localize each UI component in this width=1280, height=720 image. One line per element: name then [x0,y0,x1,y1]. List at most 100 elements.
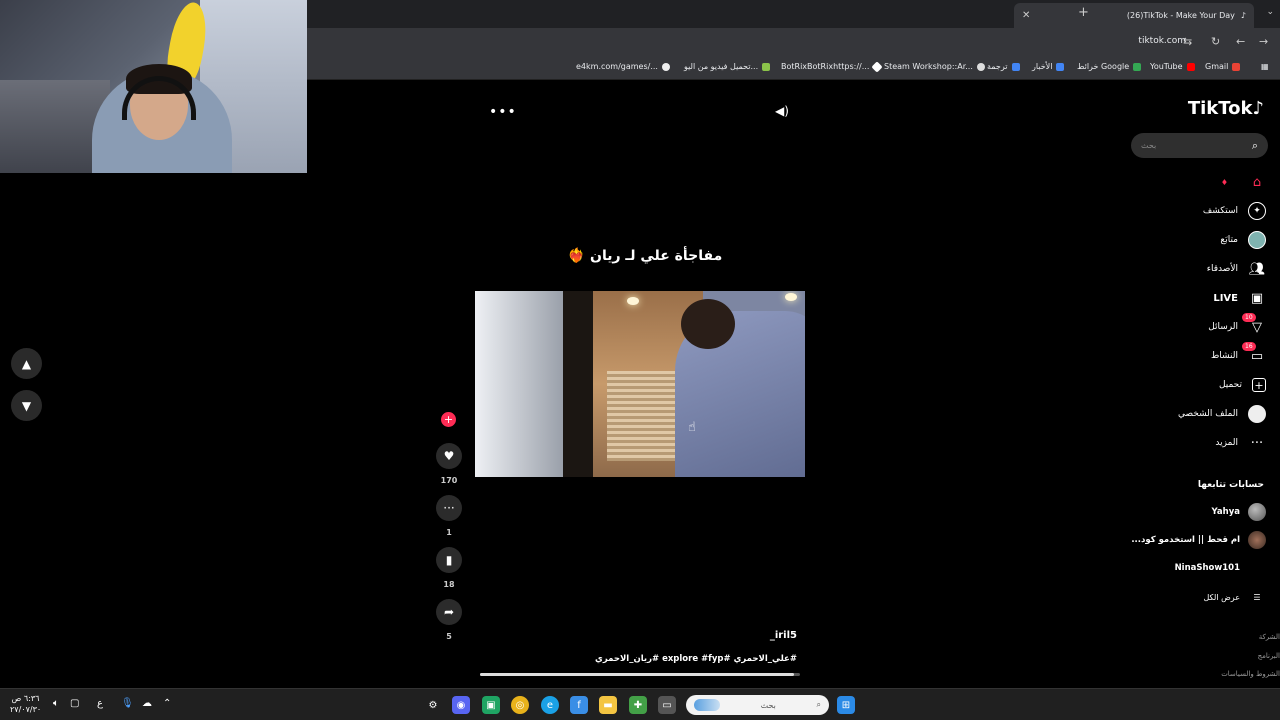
discord-taskbar-icon[interactable]: ◉ [452,696,470,714]
sidebar-item-live[interactable]: ▣ LIVE [1213,288,1266,308]
microphone-tray-icon[interactable]: 🎙︎ [121,698,134,709]
more-icon: ··· [1250,435,1264,451]
video-scene-head [681,299,735,349]
video-caption-overlay: مفاجأة علي لـ ريان ❤️‍🔥 [567,248,723,264]
avatar [1248,503,1266,521]
search-icon[interactable]: ⌕ [1252,139,1258,153]
bookmark-item[interactable]: تحميل فيديو من اليو... [684,62,771,71]
follow-plus-button[interactable]: + [441,412,456,427]
sidebar-item-activity[interactable]: ▭ 16 النشاط [1211,342,1266,366]
list-icon: ☰ [1253,592,1261,602]
footer-link-company[interactable]: الشركة [1259,633,1280,641]
following-account-item[interactable]: Yahya [1212,502,1266,522]
bookmark-item[interactable]: YouTube [1150,62,1195,71]
forward-icon[interactable]: ← [1236,35,1245,48]
home-icon: ⌂ [1252,174,1262,190]
tiktok-logo[interactable]: ♪TikTok [1188,98,1264,119]
bookmark-item[interactable]: Gmail [1205,62,1241,71]
video-more-options-icon[interactable]: ••• [489,104,517,120]
app-taskbar-icon[interactable]: ▣ [482,696,500,714]
sidebar-item-explore[interactable]: ✦ استكشف [1203,201,1266,221]
next-video-button[interactable]: ▼ [11,390,42,421]
task-view-taskbar-icon[interactable]: ▭ [658,696,676,714]
edge-taskbar-icon[interactable]: e [541,696,559,714]
comment-button[interactable]: ··· [436,495,462,521]
previous-video-button[interactable]: ▲ [11,348,42,379]
sidebar-item-for-you[interactable]: ⌂ ♦ [1221,172,1266,192]
gmail-icon [1232,62,1241,71]
see-all-link[interactable]: ☰ عرض الكل [1203,587,1266,607]
video-hashtags[interactable]: #علي_الاحمري #explore #fyp #ريان_الاحمري [560,654,797,664]
new-tab-icon[interactable]: + [1078,5,1089,20]
apps-icon[interactable]: ▦ [1261,62,1269,71]
taskbar-clock[interactable]: ٦:٣٦ ص ٢٧/٠٧/٣٠ [10,693,41,715]
sidebar-item-friends[interactable]: 👥︎ الأصدقاء [1207,259,1266,279]
network-tray-icon[interactable]: ▢ [70,698,79,709]
back-icon[interactable]: → [1259,35,1268,48]
botrix-icon [871,60,884,73]
video-progress-bar[interactable] [480,673,800,676]
heart-icon: ♥ [443,449,455,463]
search-input[interactable]: ⌕ بحث [1131,133,1268,158]
chevron-down-icon: ▼ [21,398,32,413]
search-icon: ⌕ [816,700,821,709]
bookmark-item[interactable]: e4km.com/games/... [576,62,670,71]
messages-badge: 10 [1242,313,1256,322]
tiktok-note-icon: ♪ [1252,98,1265,119]
globe-icon [661,62,670,71]
sidebar-item-following[interactable]: متابَع [1220,230,1266,250]
save-button[interactable]: ▮ [436,547,462,573]
video-scene-frame [563,291,593,477]
video-scene-blind [607,371,677,461]
maps-icon [1133,62,1142,71]
bookmark-item[interactable]: BotRixBotRixhttps://... [781,60,884,73]
url-field[interactable]: tiktok.com [1138,36,1186,46]
language-indicator[interactable]: ع [97,698,103,709]
chrome-taskbar-icon[interactable]: ◎ [511,696,529,714]
tab-close-icon[interactable]: ✕ [1022,10,1030,21]
browser-tab-tiktok[interactable]: ♪ (26)TikTok - Make Your Day ✕ [1014,3,1254,28]
chevron-up-icon: ▲ [21,356,32,371]
profile-icon [1248,405,1266,423]
bookmark-icon: ▮ [445,553,453,567]
following-account-item[interactable]: ام قحط || استخدمو كود... [1131,530,1266,550]
translate-icon [1011,62,1020,71]
video-scene-door [475,291,563,477]
sidebar-item-more[interactable]: ··· المزيد [1215,433,1266,453]
volume-icon[interactable]: ◀) [775,104,789,118]
sidebar-item-upload[interactable]: + تحميل [1219,375,1266,395]
mouse-cursor-icon: ☝ [688,420,696,435]
sidebar-item-profile[interactable]: الملف الشخصي [1178,404,1266,424]
download-icon [762,62,771,71]
bookmark-item[interactable]: ترجمة [987,62,1020,71]
xbox-taskbar-icon[interactable]: ✚ [629,696,647,714]
video-scene-light [627,297,639,305]
file-explorer-taskbar-icon[interactable]: ▬ [599,696,617,714]
tab-search-icon[interactable]: ⌄ [1266,7,1274,17]
news-icon [1056,62,1065,71]
taskbar-search-input[interactable]: ⌕ بحث [686,695,829,715]
settings-taskbar-icon[interactable]: ⚙ [424,696,442,714]
share-icon: ➦ [443,605,455,619]
video-author[interactable]: _iril5 [730,630,797,641]
windows-taskbar: ٦:٣٦ ص ٢٧/٠٧/٣٠ 🔈︎ ▢ ع 🎙︎ ☁ ⌃ ⚙ ◉ ▣ ◎ e … [0,688,1280,720]
onedrive-tray-icon[interactable]: ☁ [142,698,152,709]
following-account-item[interactable]: NinaShow101 [1175,558,1266,578]
bookmark-item[interactable]: خرائط Google [1077,62,1142,71]
windows-start-icon[interactable]: ⊞ [837,696,855,714]
volume-tray-icon[interactable]: 🔈︎ [53,698,59,709]
bookmark-item[interactable]: Steam Workshop::Ar... [884,62,985,71]
bookmark-item[interactable]: الأخبار [1032,62,1065,71]
activity-badge: 16 [1242,342,1256,351]
video-player[interactable] [475,291,805,477]
show-hidden-icons-icon[interactable]: ⌃ [163,698,171,709]
footer-link-program[interactable]: البرنامج [1258,652,1280,660]
footer-link-terms[interactable]: الشروط والسياسات [1221,670,1280,678]
like-button[interactable]: ♥ [436,443,462,469]
share-button[interactable]: ➦ [436,599,462,625]
comment-count: 1 [446,528,452,537]
reload-icon[interactable]: ↻ [1211,35,1220,48]
following-accounts-title: حسابات تتابعها [1197,480,1264,490]
store-taskbar-icon[interactable]: f [570,696,588,714]
sidebar-item-messages[interactable]: ▽ 10 الرسائل [1208,313,1266,337]
